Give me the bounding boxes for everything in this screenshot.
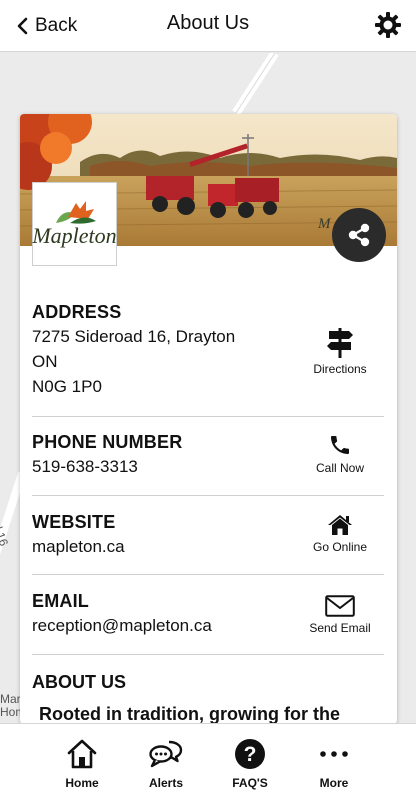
website-section: WEBSITE mapleton.ca Go Online [32, 512, 384, 575]
tab-more[interactable]: More [292, 738, 376, 790]
tab-home-label: Home [65, 776, 99, 790]
directions-label: Directions [313, 362, 367, 376]
phone-section: PHONE NUMBER 519-638-3313 Call Now [32, 432, 384, 496]
logo-text: Mapleton [32, 223, 117, 248]
phone-icon [331, 436, 349, 454]
send-email-label: Send Email [309, 621, 371, 635]
tab-faqs-label: FAQ'S [232, 776, 268, 790]
tab-home[interactable]: Home [40, 738, 124, 790]
signpost-icon [327, 328, 353, 358]
bottom-tab-bar: Home Alerts ? FAQ'S More [0, 723, 416, 800]
address-heading: ADDRESS [32, 302, 122, 322]
question-circle-icon: ? [235, 739, 265, 769]
call-now-label: Call Now [315, 461, 364, 475]
back-label: Back [35, 15, 78, 36]
go-online-label: Go Online [312, 540, 368, 554]
gear-icon[interactable] [374, 11, 402, 39]
address-section: ADDRESS 7275 Sideroad 16, Drayton ON N0G… [32, 302, 384, 417]
envelope-icon [325, 595, 355, 617]
more-dots-icon [320, 751, 348, 757]
back-button[interactable]: Back [16, 12, 77, 40]
tab-more-label: More [319, 776, 349, 790]
house-icon [328, 515, 352, 535]
about-card: M Mapleton ADDRESS 7275 Sideroad 16, Dra… [20, 114, 397, 724]
tab-alerts-label: Alerts [148, 776, 183, 790]
tab-alerts[interactable]: Alerts [124, 738, 208, 790]
directions-button[interactable]: Directions [300, 328, 380, 376]
chevron-left-icon [17, 17, 28, 35]
go-online-button[interactable]: Go Online [300, 514, 380, 554]
app-header: Back About Us [0, 0, 416, 52]
send-email-button[interactable]: Send Email [300, 595, 380, 635]
chat-bubbles-icon [149, 740, 183, 768]
share-button[interactable] [332, 208, 386, 262]
banner-sign-text: M [317, 216, 332, 232]
maple-leaf-logo-icon [55, 201, 96, 224]
call-now-button[interactable]: Call Now [300, 433, 380, 475]
about-heading: ABOUT US [32, 672, 126, 692]
share-icon [348, 223, 370, 247]
about-text: Rooted in tradition, growing for the [39, 704, 340, 724]
email-section: EMAIL reception@mapleton.ca Send Email [32, 591, 384, 655]
home-icon [67, 739, 97, 769]
tab-faqs[interactable]: ? FAQ'S [208, 738, 292, 790]
svg-text:?: ? [244, 743, 257, 766]
mapleton-logo: Mapleton [32, 182, 117, 266]
